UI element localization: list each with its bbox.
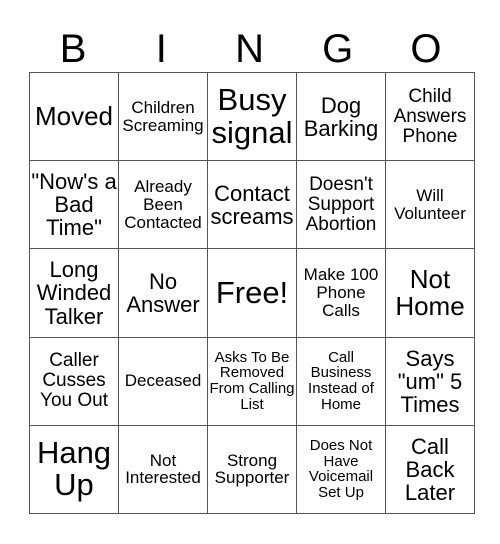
bingo-cell[interactable]: Doesn't Support Abortion — [296, 160, 386, 250]
bingo-cell[interactable]: Not Interested — [118, 424, 208, 515]
bingo-cell[interactable]: Free! — [207, 248, 297, 338]
bingo-card: Moved Children Screaming Busy signal Dog Ba… — [29, 71, 475, 515]
bingo-row: Long Winded Talker No Answer Free! Make 100… — [29, 248, 475, 338]
bingo-cell[interactable]: Long Winded Talker — [29, 248, 119, 338]
header-letter-g: G — [322, 27, 354, 71]
header-letter-o: O — [410, 27, 442, 71]
bingo-cell[interactable]: Call Back Later — [385, 424, 475, 515]
bingo-cell[interactable]: Does Not Have Voicemail Set Up — [296, 424, 386, 515]
bingo-cell[interactable]: No Answer — [118, 248, 208, 338]
bingo-cell[interactable]: Child Answers Phone — [385, 71, 475, 162]
bingo-cell[interactable]: Call Business Instead of Home — [296, 336, 386, 426]
bingo-cell[interactable]: Says "um" 5 Times — [385, 336, 475, 426]
bingo-cell[interactable]: Caller Cusses You Out — [29, 336, 119, 426]
bingo-cell[interactable]: Children Screaming — [118, 71, 208, 162]
header-letter-i: I — [155, 27, 167, 71]
bingo-cell[interactable]: Asks To Be Removed From Calling List — [207, 336, 297, 426]
bingo-cell[interactable]: Dog Barking — [296, 71, 386, 162]
bingo-row: "Now's a Bad Time" Already Been Contacted… — [29, 160, 475, 250]
bingo-cell[interactable]: Already Been Contacted — [118, 160, 208, 250]
bingo-cell[interactable]: Will Volunteer — [385, 160, 475, 250]
bingo-cell[interactable]: Not Home — [385, 248, 475, 338]
bingo-row: Hang Up Not Interested Strong Supporter Doe… — [29, 424, 475, 515]
header-letter-n: N — [235, 27, 264, 71]
bingo-cell[interactable]: Busy signal — [207, 71, 297, 162]
bingo-cell[interactable]: "Now's a Bad Time" — [29, 160, 119, 250]
bingo-cell[interactable]: Strong Supporter — [207, 424, 297, 515]
bingo-row: Caller Cusses You Out Deceased Asks To Be … — [29, 336, 475, 426]
bingo-row: Moved Children Screaming Busy signal Dog Ba… — [29, 71, 475, 162]
bingo-cell[interactable]: Contact screams — [207, 160, 297, 250]
bingo-cell[interactable]: Deceased — [118, 336, 208, 426]
bingo-header: B I N G O — [29, 26, 470, 72]
header-letter-b: B — [59, 27, 87, 71]
bingo-cell[interactable]: Hang Up — [29, 424, 119, 515]
bingo-cell[interactable]: Make 100 Phone Calls — [296, 248, 386, 338]
bingo-cell[interactable]: Moved — [29, 71, 119, 162]
